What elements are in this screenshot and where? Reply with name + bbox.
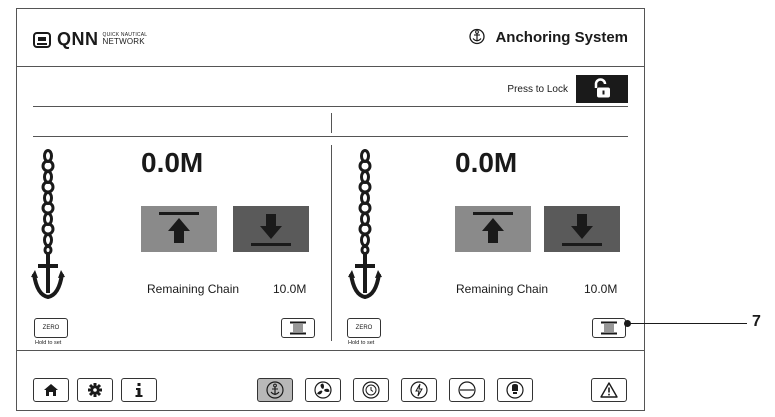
brand-name: QNN bbox=[57, 29, 99, 49]
warning-icon bbox=[600, 382, 618, 398]
unlocked-padlock-icon bbox=[594, 78, 610, 98]
info-icon bbox=[135, 383, 143, 397]
remaining-chain-label: Remaining Chain bbox=[147, 282, 240, 296]
circle-minus-icon bbox=[458, 381, 476, 399]
zero-button[interactable]: ZERO bbox=[347, 318, 381, 338]
divider-center bbox=[331, 145, 332, 341]
info-button[interactable] bbox=[121, 378, 157, 402]
gauge-tab[interactable] bbox=[449, 378, 485, 402]
callout-dot bbox=[624, 320, 631, 327]
remaining-chain-value: 10.0M bbox=[584, 282, 618, 296]
chain-up-button[interactable] bbox=[455, 206, 531, 252]
callout-leader-line bbox=[627, 323, 747, 324]
qnn-logo-icon bbox=[33, 31, 51, 48]
anchor-icon bbox=[266, 381, 284, 399]
chain-depth-readout: 0.0M bbox=[141, 147, 204, 178]
anchoring-screen: QNN QUICK NAUTICAL NETWORK Anchoring Sys… bbox=[16, 8, 645, 411]
page-title-text: Anchoring System bbox=[495, 28, 628, 46]
chain-down-arrow-icon bbox=[251, 214, 291, 246]
divider-panels bbox=[33, 136, 628, 137]
fan-tab[interactable] bbox=[305, 378, 341, 402]
chain-down-arrow-icon bbox=[562, 214, 602, 246]
chain-down-button[interactable] bbox=[233, 206, 309, 252]
brand-subtitle: QUICK NAUTICAL NETWORK bbox=[102, 32, 148, 47]
anchor-icon bbox=[469, 28, 486, 45]
chain-down-button[interactable] bbox=[544, 206, 620, 252]
clock-tab[interactable] bbox=[353, 378, 389, 402]
page-title: Anchoring System bbox=[469, 28, 628, 46]
chain-depth-readout: 0.0M bbox=[455, 147, 518, 178]
lock-button[interactable] bbox=[576, 75, 628, 103]
chain-reel-icon bbox=[290, 321, 306, 335]
zero-hint: Hold to set bbox=[35, 340, 62, 346]
chain-up-arrow-icon bbox=[159, 212, 199, 243]
brand-subtitle-line-2: NETWORK bbox=[102, 36, 145, 46]
chain-reel-icon bbox=[601, 321, 617, 335]
settings-icon bbox=[88, 383, 102, 397]
bulb-icon bbox=[506, 381, 524, 399]
chain-reel-button[interactable] bbox=[281, 318, 315, 338]
power-tab[interactable] bbox=[401, 378, 437, 402]
settings-button[interactable] bbox=[77, 378, 113, 402]
light-tab[interactable] bbox=[497, 378, 533, 402]
header-bar: QNN QUICK NAUTICAL NETWORK Anchoring Sys… bbox=[17, 9, 644, 67]
lock-label: Press to Lock bbox=[507, 83, 568, 95]
zero-hint: Hold to set bbox=[348, 340, 375, 346]
home-button[interactable] bbox=[33, 378, 69, 402]
power-icon bbox=[410, 381, 428, 399]
home-icon bbox=[44, 384, 58, 396]
clock-icon bbox=[362, 381, 380, 399]
remaining-chain-value: 10.0M bbox=[273, 282, 307, 296]
divider-center-top bbox=[331, 113, 332, 133]
chain-up-arrow-icon bbox=[473, 212, 513, 243]
anchor-chain-icon bbox=[31, 149, 65, 300]
footer-divider bbox=[17, 350, 644, 351]
remaining-chain-label: Remaining Chain bbox=[456, 282, 549, 296]
divider-top bbox=[33, 106, 628, 107]
lock-control: Press to Lock bbox=[507, 75, 628, 103]
zero-button[interactable]: ZERO bbox=[34, 318, 68, 338]
anchor-chain-icon bbox=[348, 149, 382, 300]
alarm-button[interactable] bbox=[591, 378, 627, 402]
chain-reel-button[interactable] bbox=[592, 318, 626, 338]
callout-number: 7 bbox=[752, 313, 761, 330]
brand-logo: QNN QUICK NAUTICAL NETWORK bbox=[33, 29, 147, 50]
anchor-tab[interactable] bbox=[257, 378, 293, 402]
chain-up-button[interactable] bbox=[141, 206, 217, 252]
fan-icon bbox=[314, 381, 332, 399]
